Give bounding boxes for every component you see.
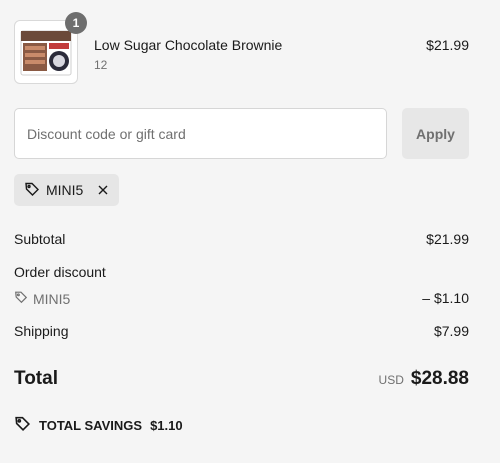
- total-value-group: USD $28.88: [379, 368, 469, 390]
- discount-value: – $1.10: [422, 290, 469, 306]
- apply-button[interactable]: Apply: [402, 108, 469, 159]
- product-name: Low Sugar Chocolate Brownie: [94, 37, 283, 53]
- quantity-badge: 1: [65, 12, 87, 34]
- applied-discount-tag: MINI5: [14, 174, 119, 206]
- savings-value: $1.10: [150, 417, 183, 433]
- discount-code-label: MINI5: [33, 290, 71, 307]
- subtotal-label: Subtotal: [14, 231, 66, 247]
- total-label: Total: [14, 368, 58, 389]
- shipping-label: Shipping: [14, 323, 69, 339]
- applied-discount-code: MINI5: [46, 182, 84, 198]
- shipping-value: $7.99: [433, 323, 469, 339]
- product-variant: 12: [94, 58, 108, 72]
- discount-code-input[interactable]: [14, 108, 387, 159]
- close-icon[interactable]: [97, 184, 109, 196]
- currency-code: USD: [378, 373, 404, 387]
- total-savings: TOTAL SAVINGS $1.10: [14, 415, 183, 435]
- tag-icon: [24, 181, 40, 200]
- savings-tag-icon: [14, 415, 31, 435]
- product-price: $21.99: [426, 37, 469, 53]
- discount-code-row: MINI5: [14, 290, 70, 307]
- order-discount-label: Order discount: [14, 264, 106, 280]
- subtotal-value: $21.99: [426, 231, 469, 247]
- total-amount: $28.88: [410, 368, 469, 389]
- tag-icon: [14, 290, 28, 307]
- savings-label: TOTAL SAVINGS: [39, 417, 143, 433]
